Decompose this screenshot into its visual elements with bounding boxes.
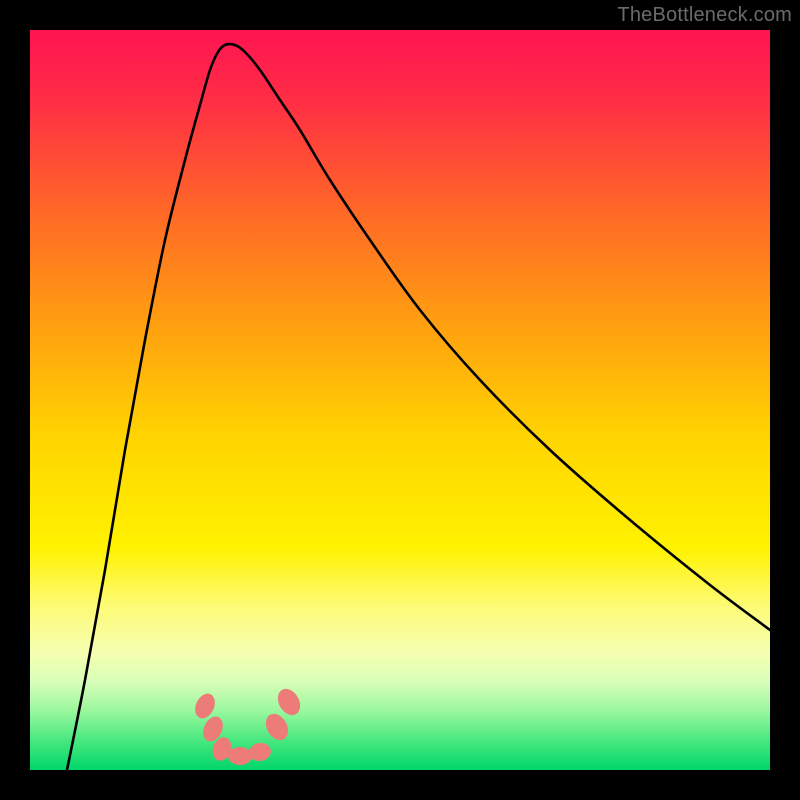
gradient-background (30, 30, 770, 770)
plot-area (30, 30, 770, 770)
chart-frame: TheBottleneck.com (0, 0, 800, 800)
curve-marker (228, 747, 252, 765)
bottleneck-chart (30, 30, 770, 770)
watermark-text: TheBottleneck.com (617, 4, 792, 27)
